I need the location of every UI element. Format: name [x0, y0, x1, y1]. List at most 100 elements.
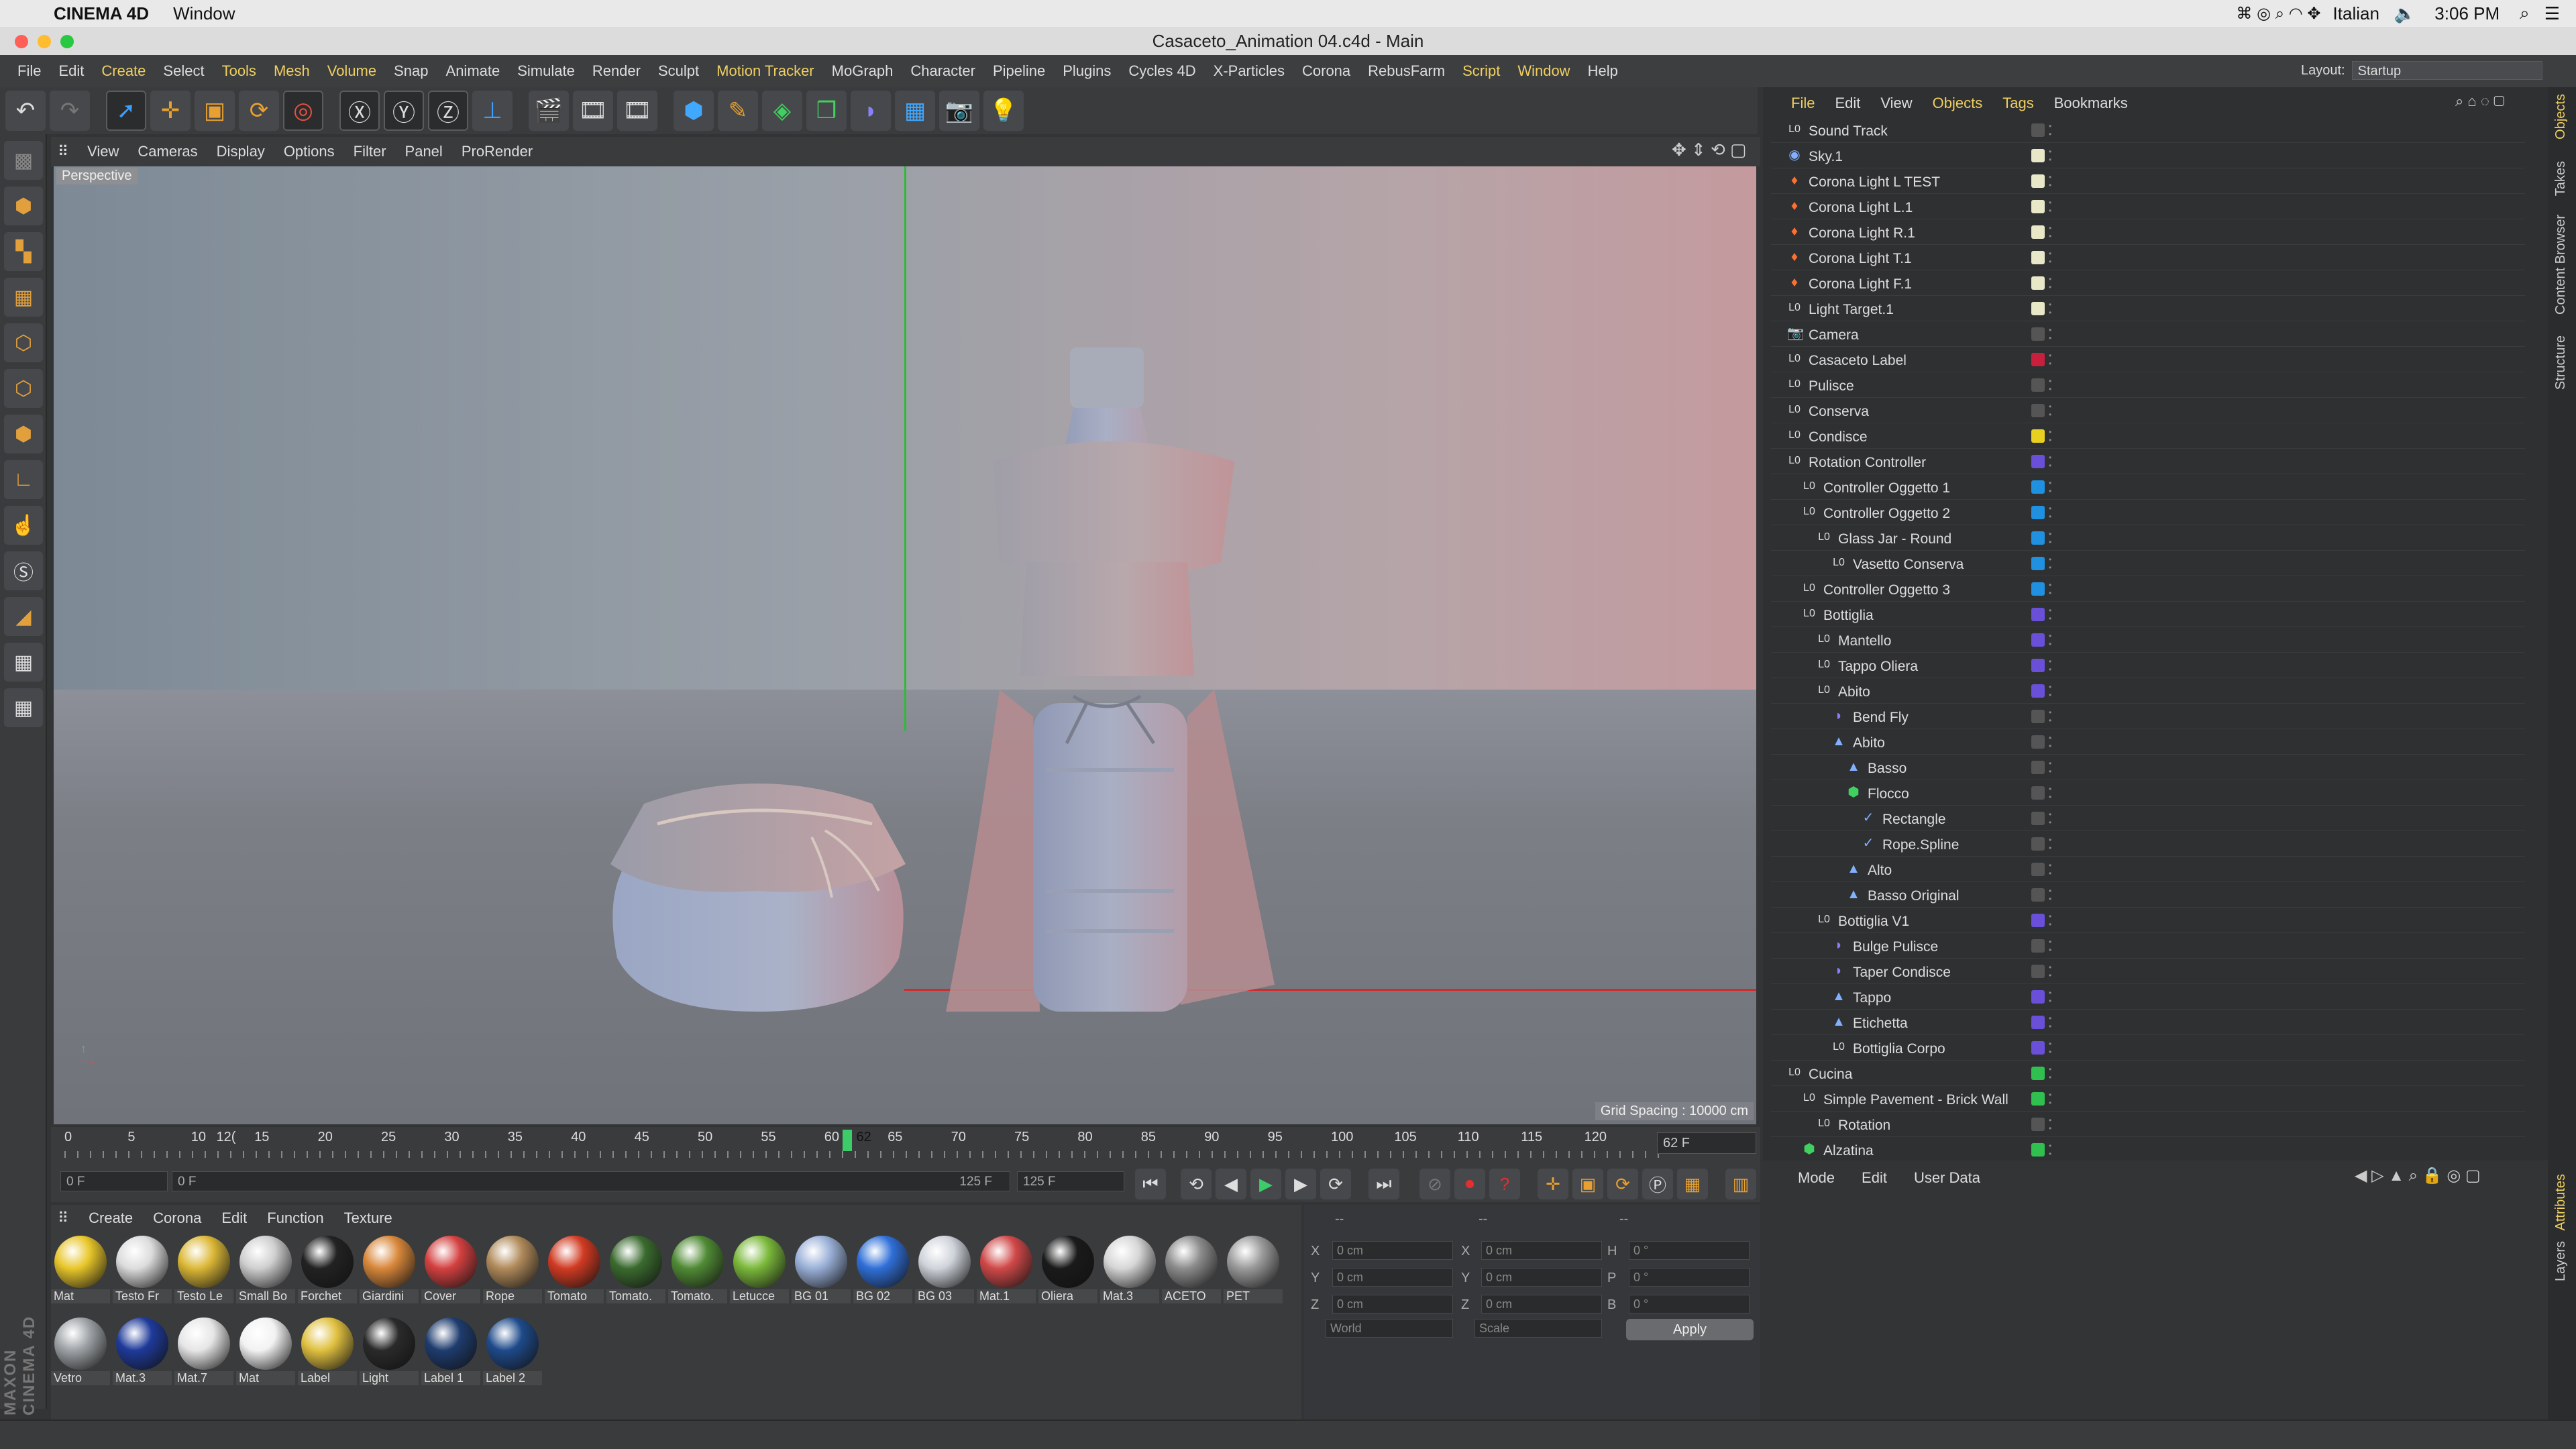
record-keys-button[interactable]: ⏺ [1454, 1169, 1485, 1199]
layer-color-swatch[interactable] [2031, 531, 2045, 545]
layer-color-swatch[interactable] [2031, 659, 2045, 672]
layer-color-swatch[interactable] [2031, 302, 2045, 315]
coordinate-system-toggle[interactable]: ⊥ [472, 91, 513, 131]
viewport-nav-icons[interactable]: ✥ ⇕ ⟲ ▢ [1672, 140, 1747, 160]
coord-value-field[interactable]: 0 cm [1332, 1268, 1453, 1287]
scale-tool[interactable]: ▣ [195, 91, 235, 131]
visibility-dots[interactable]: • • [2049, 912, 2051, 928]
layer-color-swatch[interactable] [2031, 837, 2045, 851]
visibility-dots[interactable]: • • [2049, 122, 2051, 138]
layer-color-swatch[interactable] [2031, 863, 2045, 876]
go-to-end-button[interactable]: ⏭ [1368, 1169, 1399, 1199]
material-swatch[interactable]: Light [360, 1316, 419, 1394]
object-row[interactable]: ▲ Basso Original • • [1771, 883, 2525, 908]
visibility-dots[interactable]: • • [2049, 1014, 2051, 1030]
menu-file[interactable]: File [17, 62, 41, 80]
timeline-window-button[interactable]: ▥ [1725, 1169, 1756, 1199]
attribute-nav-icons[interactable]: ◀ ▷ ▲ ⌕ 🔒 ◎ ▢ [2355, 1166, 2481, 1185]
menu-pipeline[interactable]: Pipeline [993, 62, 1045, 80]
side-tab-layers[interactable]: Layers [2553, 1241, 2569, 1281]
object-row[interactable]: L0 Sound Track • • [1771, 118, 2525, 143]
coord-mode-dropdown[interactable]: World [1326, 1319, 1453, 1338]
material-swatch[interactable]: Vetro [51, 1316, 110, 1394]
rotate-tool[interactable]: ⟳ [239, 91, 279, 131]
layer-color-swatch[interactable] [2031, 149, 2045, 162]
polygons-mode-button[interactable]: ⬢ [4, 415, 43, 453]
snap-button[interactable]: Ⓢ [4, 551, 43, 590]
object-row[interactable]: ✓ Rectangle • • [1771, 806, 2525, 831]
layer-color-swatch[interactable] [2031, 939, 2045, 953]
perspective-viewport[interactable]: Perspective ↑ ·→ Grid Spacing : 10000 cm [54, 166, 1756, 1124]
viewport-menu-cameras[interactable]: Cameras [138, 143, 197, 160]
object-row[interactable]: L0 Rotation • • [1771, 1112, 2525, 1137]
attribute-menu-user-data[interactable]: User Data [1914, 1169, 1980, 1187]
side-tab-structure[interactable]: Structure [2553, 335, 2569, 390]
menu-script[interactable]: Script [1462, 62, 1500, 80]
points-mode-button[interactable]: ⬡ [4, 323, 43, 362]
add-generator-button[interactable]: ◈ [762, 91, 802, 131]
coord-value-field[interactable]: 0 cm [1481, 1241, 1602, 1260]
workplane-mode-button[interactable]: ▦ [4, 278, 43, 317]
coord-value-field[interactable]: 0 cm [1481, 1268, 1602, 1287]
menu-mesh[interactable]: Mesh [274, 62, 310, 80]
material-swatch[interactable]: Letucce [730, 1234, 789, 1312]
visibility-dots[interactable]: • • [2049, 759, 2051, 775]
object-row[interactable]: ⬢ Flocco • • [1771, 781, 2525, 806]
tweak-mode-button[interactable]: ☝ [4, 506, 43, 545]
material-swatch[interactable]: BG 03 [915, 1234, 974, 1312]
add-deformer-button[interactable]: ◗ [851, 91, 891, 131]
motion-record-button[interactable]: ⊘ [1419, 1169, 1450, 1199]
material-menu-texture[interactable]: Texture [344, 1210, 392, 1227]
material-swatch[interactable]: PET [1224, 1234, 1283, 1312]
render-picture-viewer-button[interactable]: 🎞 [573, 91, 613, 131]
layer-color-swatch[interactable] [2031, 276, 2045, 290]
material-swatch[interactable]: ACETO [1162, 1234, 1221, 1312]
layer-color-swatch[interactable] [2031, 1016, 2045, 1029]
object-row[interactable]: ◗ Taper Condisce • • [1771, 959, 2525, 984]
material-swatch[interactable]: Cover [421, 1234, 480, 1312]
layer-color-swatch[interactable] [2031, 684, 2045, 698]
layer-color-swatch[interactable] [2031, 200, 2045, 213]
add-cube-button[interactable]: ⬢ [674, 91, 714, 131]
side-tab-objects[interactable]: Objects [2553, 94, 2569, 140]
material-swatch[interactable]: Mat [51, 1234, 110, 1312]
object-row[interactable]: ♦ Corona Light L TEST • • [1771, 169, 2525, 194]
visibility-dots[interactable]: • • [2049, 1142, 2051, 1158]
viewport-menu-options[interactable]: Options [284, 143, 335, 160]
coord-value-field[interactable]: 0 ° [1629, 1295, 1750, 1313]
layer-color-swatch[interactable] [2031, 353, 2045, 366]
grip-icon[interactable]: ⠿ [58, 143, 68, 160]
model-mode-button[interactable]: ⬢ [4, 186, 43, 225]
layer-color-swatch[interactable] [2031, 888, 2045, 902]
viewport-menu-view[interactable]: View [87, 143, 119, 160]
layer-color-swatch[interactable] [2031, 480, 2045, 494]
material-swatch[interactable]: Oliera [1038, 1234, 1097, 1312]
object-row[interactable]: L0 Casaceto Label • • [1771, 347, 2525, 372]
menu-motion-tracker[interactable]: Motion Tracker [716, 62, 814, 80]
visibility-dots[interactable]: • • [2049, 199, 2051, 215]
layer-color-swatch[interactable] [2031, 1092, 2045, 1106]
input-language[interactable]: Italian [2333, 3, 2379, 24]
layer-color-swatch[interactable] [2031, 965, 2045, 978]
object-manager-icons[interactable]: ⌕ ⌂ ◌ ▢ [2455, 93, 2505, 110]
object-row[interactable]: ◉ Sky.1 • • [1771, 144, 2525, 168]
visibility-dots[interactable]: • • [2049, 581, 2051, 597]
layer-color-swatch[interactable] [2031, 633, 2045, 647]
object-row[interactable]: L0 Mantello • • [1771, 628, 2525, 653]
x-axis-lock[interactable]: Ⓧ [339, 91, 380, 131]
menu-snap[interactable]: Snap [394, 62, 428, 80]
visibility-dots[interactable]: • • [2049, 683, 2051, 699]
add-spline-button[interactable]: ✎ [718, 91, 758, 131]
search-icon[interactable]: ⌕ [2520, 3, 2530, 24]
visibility-dots[interactable]: • • [2049, 377, 2051, 393]
visibility-dots[interactable]: • • [2049, 632, 2051, 648]
object-row[interactable]: L0 Glass Jar - Round • • [1771, 526, 2525, 551]
object-row[interactable]: L0 Bottiglia Corpo • • [1771, 1036, 2525, 1061]
material-swatch[interactable]: Label 1 [421, 1316, 480, 1394]
viewport-menu-display[interactable]: Display [217, 143, 265, 160]
visibility-dots[interactable]: • • [2049, 453, 2051, 470]
zoom-window-button[interactable] [60, 35, 74, 48]
menu-volume[interactable]: Volume [327, 62, 376, 80]
edges-mode-button[interactable]: ⬡ [4, 369, 43, 408]
layer-color-swatch[interactable] [2031, 812, 2045, 825]
